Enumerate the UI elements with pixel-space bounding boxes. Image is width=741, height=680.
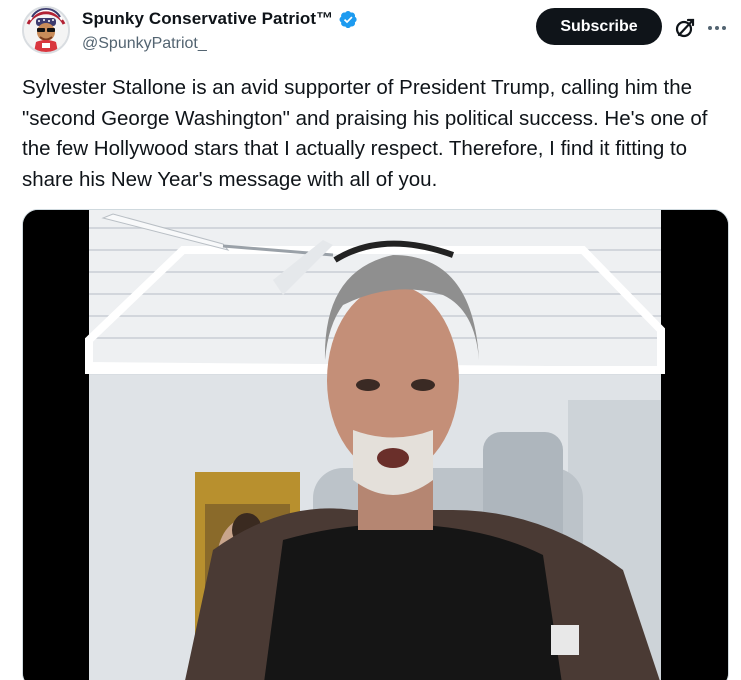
video-player[interactable] bbox=[22, 209, 729, 680]
video-frame bbox=[23, 210, 728, 680]
verified-badge-icon[interactable] bbox=[339, 10, 358, 29]
tweet-text: Sylvester Stallone is an avid supporter … bbox=[22, 76, 708, 191]
tweet-header: Spunky Conservative Patriot™ @SpunkyPatr… bbox=[0, 0, 741, 70]
avatar-image bbox=[24, 8, 68, 52]
grok-icon[interactable] bbox=[673, 16, 697, 40]
handle[interactable]: @SpunkyPatriot_ bbox=[82, 35, 207, 53]
subscribe-button[interactable]: Subscribe bbox=[536, 8, 662, 45]
name-row: Spunky Conservative Patriot™ bbox=[82, 9, 358, 29]
avatar[interactable] bbox=[22, 6, 70, 54]
more-options-icon[interactable] bbox=[705, 16, 729, 40]
display-name[interactable]: Spunky Conservative Patriot™ bbox=[82, 9, 333, 29]
